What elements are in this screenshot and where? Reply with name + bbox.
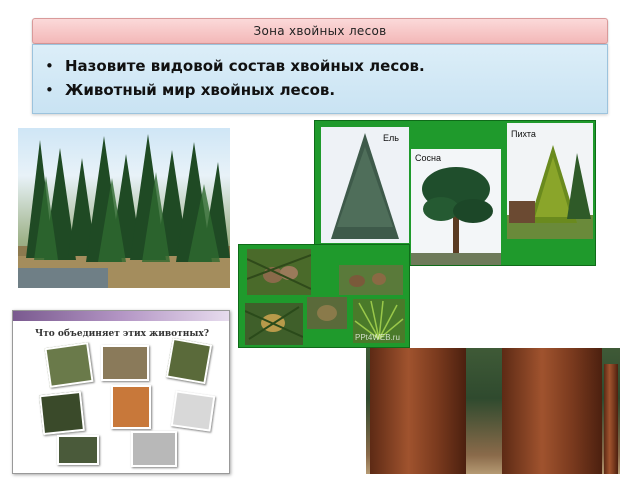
larch-branch-photo: [245, 303, 303, 345]
slide-title: Зона хвойных лесов: [32, 18, 608, 44]
pine-illustration: [411, 167, 501, 265]
animal-card-wolf: [131, 431, 177, 467]
animals-question: Что объединяет этих животных?: [35, 329, 209, 339]
animal-card-bear: [44, 342, 94, 388]
needles-photo: [307, 297, 347, 329]
cones-needles-collage: PPt4WEB.ru: [238, 244, 410, 348]
sequoia-trunks-photo: [366, 348, 620, 474]
pine-cones-photo: [339, 265, 403, 295]
sequoia-trunk-left: [370, 348, 466, 474]
watermark: PPt4WEB.ru: [355, 333, 400, 342]
animals-slide-thumbnail: Что объединяет этих животных?: [12, 310, 230, 474]
fir-label: Пихта: [511, 129, 536, 139]
cones-photo: [247, 249, 311, 295]
bullet-list: Назовите видовой состав хвойных лесов. Ж…: [45, 54, 597, 102]
cones-illustration: [247, 254, 311, 290]
animal-card-boar: [101, 345, 149, 381]
pine-cones-illustration: [349, 273, 386, 287]
bullet-item: Назовите видовой состав хвойных лесов.: [45, 54, 597, 78]
fir-illustration: [507, 145, 593, 239]
spruce-photo: Ель: [321, 127, 409, 243]
sequoia-trunk-right: [502, 348, 602, 474]
forest-illustration: [18, 134, 230, 288]
bullet-item: Животный мир хвойных лесов.: [45, 78, 597, 102]
pine-photo: Сосна: [411, 149, 501, 265]
animal-card-wolverine: [57, 435, 99, 465]
animal-card-squirrel: [111, 385, 151, 429]
sequoia-trunk-edge: [604, 364, 618, 474]
animal-card-fox: [170, 390, 216, 432]
slide-header-bar: [13, 311, 229, 321]
larch-illustration: [245, 306, 303, 340]
pine-label: Сосна: [415, 153, 441, 163]
animal-card-hare: [39, 390, 85, 436]
bullet-list-box: Назовите видовой состав хвойных лесов. Ж…: [32, 44, 608, 114]
conifer-forest-photo: [18, 128, 230, 288]
pine-needles-photo: PPt4WEB.ru: [353, 299, 405, 343]
animal-card-hedgehog: [165, 337, 213, 385]
slide-title-text: Зона хвойных лесов: [253, 24, 387, 38]
fir-photo: Пихта: [507, 123, 593, 239]
needles-illustration: [317, 305, 337, 321]
spruce-illustration: [331, 133, 399, 239]
spruce-label: Ель: [383, 133, 399, 143]
